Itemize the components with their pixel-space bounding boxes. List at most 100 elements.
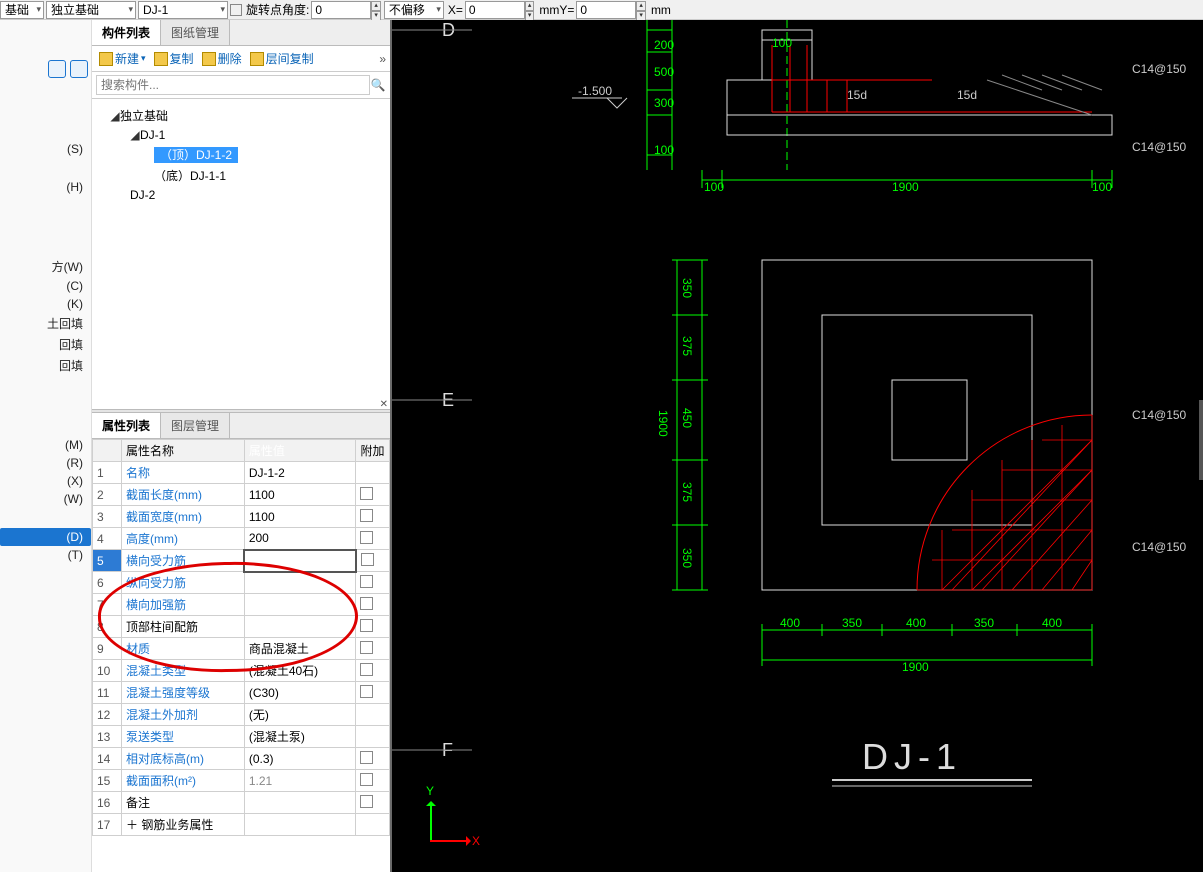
property-row[interactable]: 10混凝土类型(混凝土40石) [93, 660, 390, 682]
y-spin[interactable]: ▴▾ [636, 1, 646, 19]
leftnav-item[interactable]: 土回填 [0, 313, 91, 334]
tab-layer-mgmt[interactable]: 图层管理 [161, 413, 230, 438]
tab-drawing-mgmt[interactable]: 图纸管理 [161, 20, 230, 45]
extra-checkbox[interactable] [360, 795, 373, 808]
leftnav-item[interactable]: 回填 [0, 355, 91, 376]
subcategory-dropdown[interactable]: 独立基础 [46, 1, 136, 19]
property-row[interactable]: 9材质商品混凝土 [93, 638, 390, 660]
property-row[interactable]: 7横向加强筋 [93, 594, 390, 616]
rebar-spec-3: C14@150 [1132, 408, 1186, 422]
splitter-grip[interactable] [1199, 400, 1203, 480]
element-dropdown[interactable]: DJ-1 [138, 1, 228, 19]
leftnav-item[interactable]: (H) [0, 178, 91, 196]
leftnav-item[interactable]: 方(W) [0, 256, 91, 277]
x-spin[interactable]: ▴▾ [525, 1, 535, 19]
tree-dj2[interactable]: DJ-2 [96, 186, 386, 204]
extra-checkbox[interactable] [360, 773, 373, 786]
property-table: 属性名称 属性值 附加 1名称DJ-1-22截面长度(mm)11003截面宽度(… [92, 439, 390, 836]
cad-drawing [392, 20, 1203, 872]
property-row[interactable]: 17＋ 钢筋业务属性 [93, 814, 390, 836]
leftnav-item[interactable]: (D) [0, 528, 91, 546]
offset-dropdown[interactable]: 不偏移 [384, 1, 444, 19]
search-icon[interactable]: 🔍 [370, 78, 386, 92]
property-row[interactable]: 6纵向受力筋 [93, 572, 390, 594]
search-input[interactable] [96, 75, 370, 95]
extra-checkbox[interactable] [361, 553, 374, 566]
property-row[interactable]: 3截面宽度(mm)1100 [93, 506, 390, 528]
cad-viewport[interactable]: D E F [392, 20, 1203, 872]
leftnav-item[interactable] [0, 236, 91, 256]
property-row[interactable]: 8顶部柱间配筋 [93, 616, 390, 638]
rebar-spec-1: C14@150 [1132, 62, 1186, 76]
property-row[interactable]: 2截面长度(mm)1100 [93, 484, 390, 506]
close-icon[interactable]: ✕ [380, 399, 388, 410]
leftnav-item[interactable]: 回填 [0, 334, 91, 355]
extra-checkbox[interactable] [360, 685, 373, 698]
rotation-checkbox[interactable] [230, 4, 242, 16]
extra-checkbox[interactable] [360, 751, 373, 764]
dim-pv375a: 375 [680, 336, 694, 356]
rotation-spin[interactable]: ▴▾ [371, 1, 381, 19]
extra-checkbox[interactable] [360, 663, 373, 676]
dim-ph400b: 400 [906, 616, 926, 630]
leftnav-item[interactable] [0, 396, 91, 416]
leftnav-item[interactable] [0, 158, 91, 178]
leftnav-item[interactable]: (K) [0, 295, 91, 313]
leftnav-item[interactable] [0, 196, 91, 216]
extra-checkbox[interactable] [360, 575, 373, 588]
leftnav-item[interactable] [0, 416, 91, 436]
extra-checkbox[interactable] [360, 509, 373, 522]
floor-copy-button[interactable]: 层间复制 [247, 49, 317, 68]
x-input[interactable]: 0 [465, 1, 525, 19]
property-row[interactable]: 11混凝土强度等级(C30) [93, 682, 390, 704]
leftnav-item[interactable]: (W) [0, 490, 91, 508]
tab-component-list[interactable]: 构件列表 [92, 20, 161, 45]
axis-x-label: X [472, 834, 480, 848]
view-mode-icon-1[interactable] [48, 60, 66, 78]
tree-dj1-top[interactable]: （顶）DJ-1-2 [96, 144, 386, 165]
property-row[interactable]: 15截面面积(m²)1.21 [93, 770, 390, 792]
view-mode-icon-2[interactable] [70, 60, 88, 78]
col-extra: 附加 [356, 440, 390, 462]
property-row[interactable]: 14相对底标高(m)(0.3) [93, 748, 390, 770]
dim-v100a: 100 [654, 143, 674, 157]
unit-label: mm [651, 3, 671, 17]
leftnav-item[interactable]: (X) [0, 472, 91, 490]
dim-ph400c: 400 [1042, 616, 1062, 630]
extra-checkbox[interactable] [360, 641, 373, 654]
copy-button[interactable]: 复制 [151, 49, 197, 68]
tree-dj1-bot[interactable]: （底）DJ-1-1 [96, 165, 386, 186]
leftnav-item[interactable]: (T) [0, 546, 91, 564]
category-dropdown[interactable]: 基础 [0, 1, 44, 19]
new-button[interactable]: 新建▾ [96, 49, 149, 68]
leftnav-item[interactable] [0, 376, 91, 396]
dim-ph1900: 1900 [902, 660, 929, 674]
dim-v200: 200 [654, 38, 674, 52]
leftnav-item[interactable] [0, 508, 91, 528]
delete-button[interactable]: 删除 [199, 49, 245, 68]
property-row[interactable]: 4高度(mm)200 [93, 528, 390, 550]
leftnav-item[interactable]: (M) [0, 436, 91, 454]
dim-pv1900: 1900 [656, 410, 670, 437]
component-tree: ◢独立基础 ◢DJ-1 （顶）DJ-1-2 （底）DJ-1-1 DJ-2 [92, 99, 390, 409]
tree-root[interactable]: ◢独立基础 [96, 105, 386, 126]
property-row[interactable]: 13泵送类型(混凝土泵) [93, 726, 390, 748]
property-row[interactable]: 16备注 [93, 792, 390, 814]
tab-property-list[interactable]: 属性列表 [92, 413, 161, 438]
extra-checkbox[interactable] [360, 487, 373, 500]
tree-dj1[interactable]: ◢DJ-1 [96, 126, 386, 144]
extra-checkbox[interactable] [360, 619, 373, 632]
leftnav-item[interactable]: (S) [0, 140, 91, 158]
leftnav-item[interactable]: (R) [0, 454, 91, 472]
extra-checkbox[interactable] [360, 531, 373, 544]
leftnav-item[interactable]: (C) [0, 277, 91, 295]
dim-b100r: 100 [1092, 180, 1112, 194]
property-row[interactable]: 1名称DJ-1-2 [93, 462, 390, 484]
y-input[interactable]: 0 [576, 1, 636, 19]
property-row[interactable]: 5横向受力筋 [93, 550, 390, 572]
extra-checkbox[interactable] [360, 597, 373, 610]
rotation-input[interactable]: 0 [311, 1, 371, 19]
leftnav-item[interactable] [0, 216, 91, 236]
leftnav-item[interactable] [0, 120, 91, 140]
property-row[interactable]: 12混凝土外加剂(无) [93, 704, 390, 726]
